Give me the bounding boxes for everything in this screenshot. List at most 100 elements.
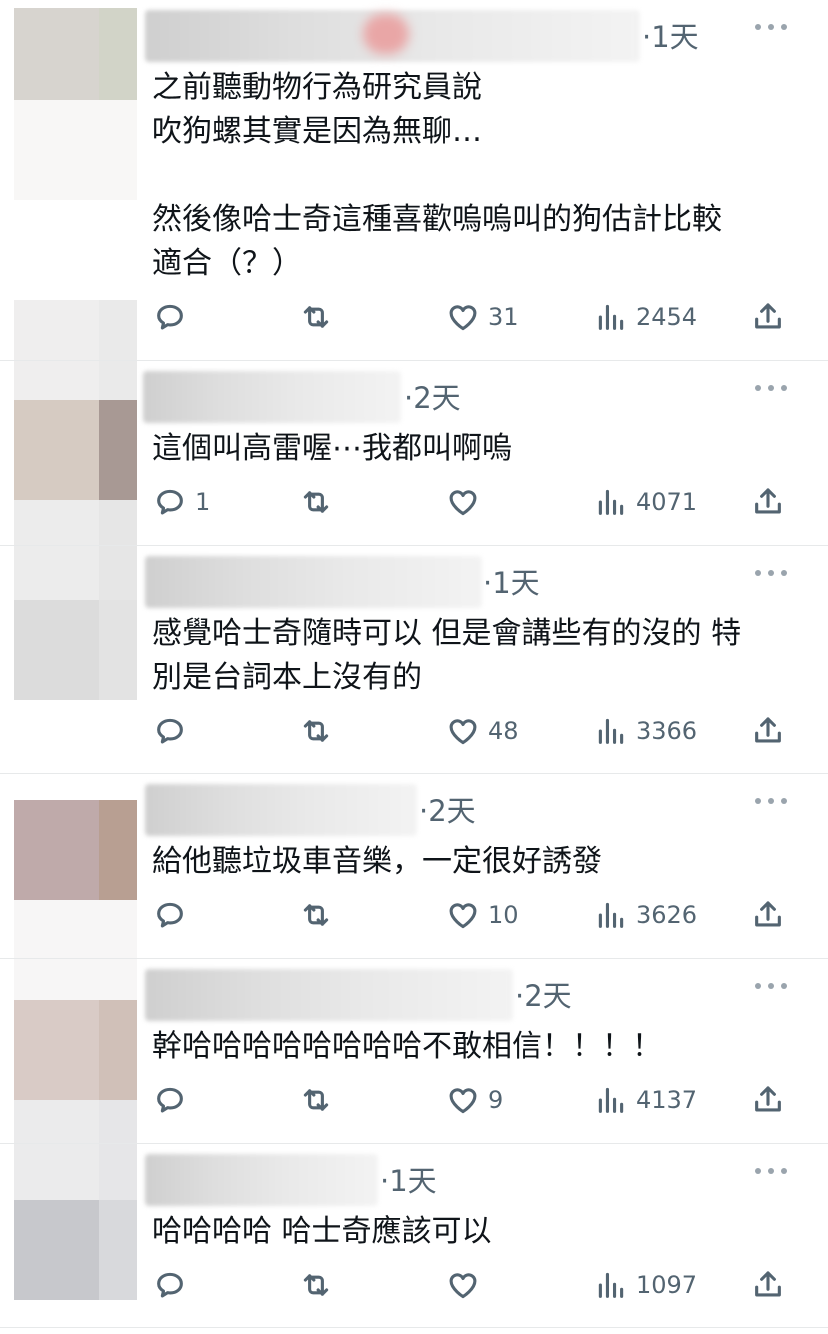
author-name-blurred [145, 10, 640, 62]
retweet-icon [303, 1274, 329, 1296]
action-bar: 9 4137 [0, 1080, 828, 1120]
views-icon [598, 1272, 624, 1298]
timestamp: ·2天 [404, 381, 461, 415]
timestamp: ·2天 [515, 979, 572, 1013]
action-bar: 31 2454 [0, 297, 828, 337]
reply-button[interactable]: 1 [153, 482, 210, 522]
retweet-button[interactable] [299, 1080, 333, 1120]
view-count: 4071 [636, 488, 698, 516]
share-icon [755, 717, 781, 743]
retweet-button[interactable] [299, 711, 333, 751]
views-button[interactable]: 4071 [594, 482, 697, 522]
reply-icon [157, 489, 183, 515]
comment-text: 哈哈哈哈 哈士奇應該可以 [152, 1214, 492, 1249]
reply-button[interactable] [153, 297, 195, 337]
reply-button[interactable] [153, 895, 195, 935]
retweet-icon [303, 720, 329, 742]
share-button[interactable] [751, 297, 785, 337]
more-icon[interactable] [753, 975, 789, 997]
timestamp: ·1天 [642, 20, 699, 54]
heart-icon [449, 1273, 477, 1299]
author-name-blurred [145, 969, 513, 1021]
comment[interactable]: ·2天 幹哈哈哈哈哈哈哈哈不敢相信！！！！ 9 4137 [0, 959, 828, 1143]
more-icon[interactable] [753, 377, 789, 399]
views-icon [598, 489, 624, 515]
share-button[interactable] [751, 1265, 785, 1305]
author-name-blurred [145, 784, 417, 836]
more-icon[interactable] [753, 790, 789, 812]
share-button[interactable] [751, 482, 785, 522]
like-button[interactable] [446, 1265, 488, 1305]
views-icon [598, 718, 624, 744]
view-count: 3366 [636, 717, 698, 745]
like-button[interactable]: 48 [446, 711, 519, 751]
share-button[interactable] [751, 1080, 785, 1120]
view-count: 2454 [636, 303, 698, 331]
more-icon[interactable] [753, 1160, 789, 1182]
like-count: 9 [488, 1086, 504, 1114]
views-button[interactable]: 1097 [594, 1265, 697, 1305]
comment[interactable]: ·2天 給他聽垃圾車音樂，一定很好誘發 10 3626 [0, 774, 828, 958]
comment[interactable]: ·2天 這個叫高雷喔⋯我都叫啊嗚 1 4071 [0, 361, 828, 545]
reply-button[interactable] [153, 711, 195, 751]
timestamp: ·1天 [483, 566, 540, 600]
action-bar: 1097 [0, 1265, 828, 1305]
retweet-button[interactable] [299, 1265, 333, 1305]
heart-icon [449, 719, 477, 745]
like-button[interactable]: 31 [446, 297, 519, 337]
views-button[interactable]: 3366 [594, 711, 697, 751]
reply-icon [157, 902, 183, 928]
reply-icon [157, 1272, 183, 1298]
share-icon [755, 901, 781, 927]
comment-text: 感覺哈士奇隨時可以 但是會講些有的沒的 特 別是台詞本上沒有的 [152, 616, 742, 695]
views-icon [598, 902, 624, 928]
comment[interactable]: ·1天 感覺哈士奇隨時可以 但是會講些有的沒的 特 別是台詞本上沒有的 48 3… [0, 546, 828, 773]
like-button[interactable]: 10 [446, 895, 519, 935]
retweet-icon [303, 491, 329, 513]
retweet-button[interactable] [299, 297, 333, 337]
heart-icon [449, 490, 477, 516]
heart-icon [449, 903, 477, 929]
comment-text: 給他聽垃圾車音樂，一定很好誘發 [152, 844, 602, 879]
retweet-button[interactable] [299, 482, 333, 522]
heart-icon [449, 305, 477, 331]
more-icon[interactable] [753, 562, 789, 584]
like-count: 10 [488, 901, 519, 929]
comment-text: 之前聽動物行為研究員說 吹狗螺其實是因為無聊… 然後像哈士奇這種喜歡嗚嗚叫的狗估… [152, 70, 722, 281]
view-count: 4137 [636, 1086, 698, 1114]
timestamp: ·1天 [380, 1164, 437, 1198]
reply-icon [157, 718, 183, 744]
author-name-blurred [145, 556, 482, 608]
action-bar: 48 3366 [0, 711, 828, 751]
more-icon[interactable] [753, 16, 789, 38]
share-button[interactable] [751, 711, 785, 751]
views-button[interactable]: 3626 [594, 895, 697, 935]
reply-icon [157, 1087, 183, 1113]
like-button[interactable] [446, 482, 488, 522]
reply-count: 1 [195, 488, 211, 516]
view-count: 1097 [636, 1271, 698, 1299]
views-icon [598, 304, 624, 330]
like-button[interactable]: 9 [446, 1080, 503, 1120]
heart-icon [449, 1088, 477, 1114]
comment-text: 幹哈哈哈哈哈哈哈哈不敢相信！！！！ [152, 1029, 662, 1064]
action-bar: 1 4071 [0, 482, 828, 522]
share-button[interactable] [751, 895, 785, 935]
reply-button[interactable] [153, 1080, 195, 1120]
comment-text: 這個叫高雷喔⋯我都叫啊嗚 [152, 431, 512, 466]
retweet-icon [303, 306, 329, 328]
reply-button[interactable] [153, 1265, 195, 1305]
retweet-icon [303, 1089, 329, 1111]
share-icon [755, 1271, 781, 1297]
retweet-icon [303, 904, 329, 926]
view-count: 3626 [636, 901, 698, 929]
timestamp: ·2天 [419, 794, 476, 828]
author-name-blurred [143, 371, 401, 423]
comment[interactable]: ·1天 哈哈哈哈 哈士奇應該可以 1097 [0, 1144, 828, 1327]
action-bar: 10 3626 [0, 895, 828, 935]
retweet-button[interactable] [299, 895, 333, 935]
views-button[interactable]: 2454 [594, 297, 697, 337]
share-icon [755, 488, 781, 514]
comment[interactable]: ·1天 之前聽動物行為研究員說 吹狗螺其實是因為無聊… 然後像哈士奇這種喜歡嗚嗚… [0, 0, 828, 360]
views-button[interactable]: 4137 [594, 1080, 697, 1120]
